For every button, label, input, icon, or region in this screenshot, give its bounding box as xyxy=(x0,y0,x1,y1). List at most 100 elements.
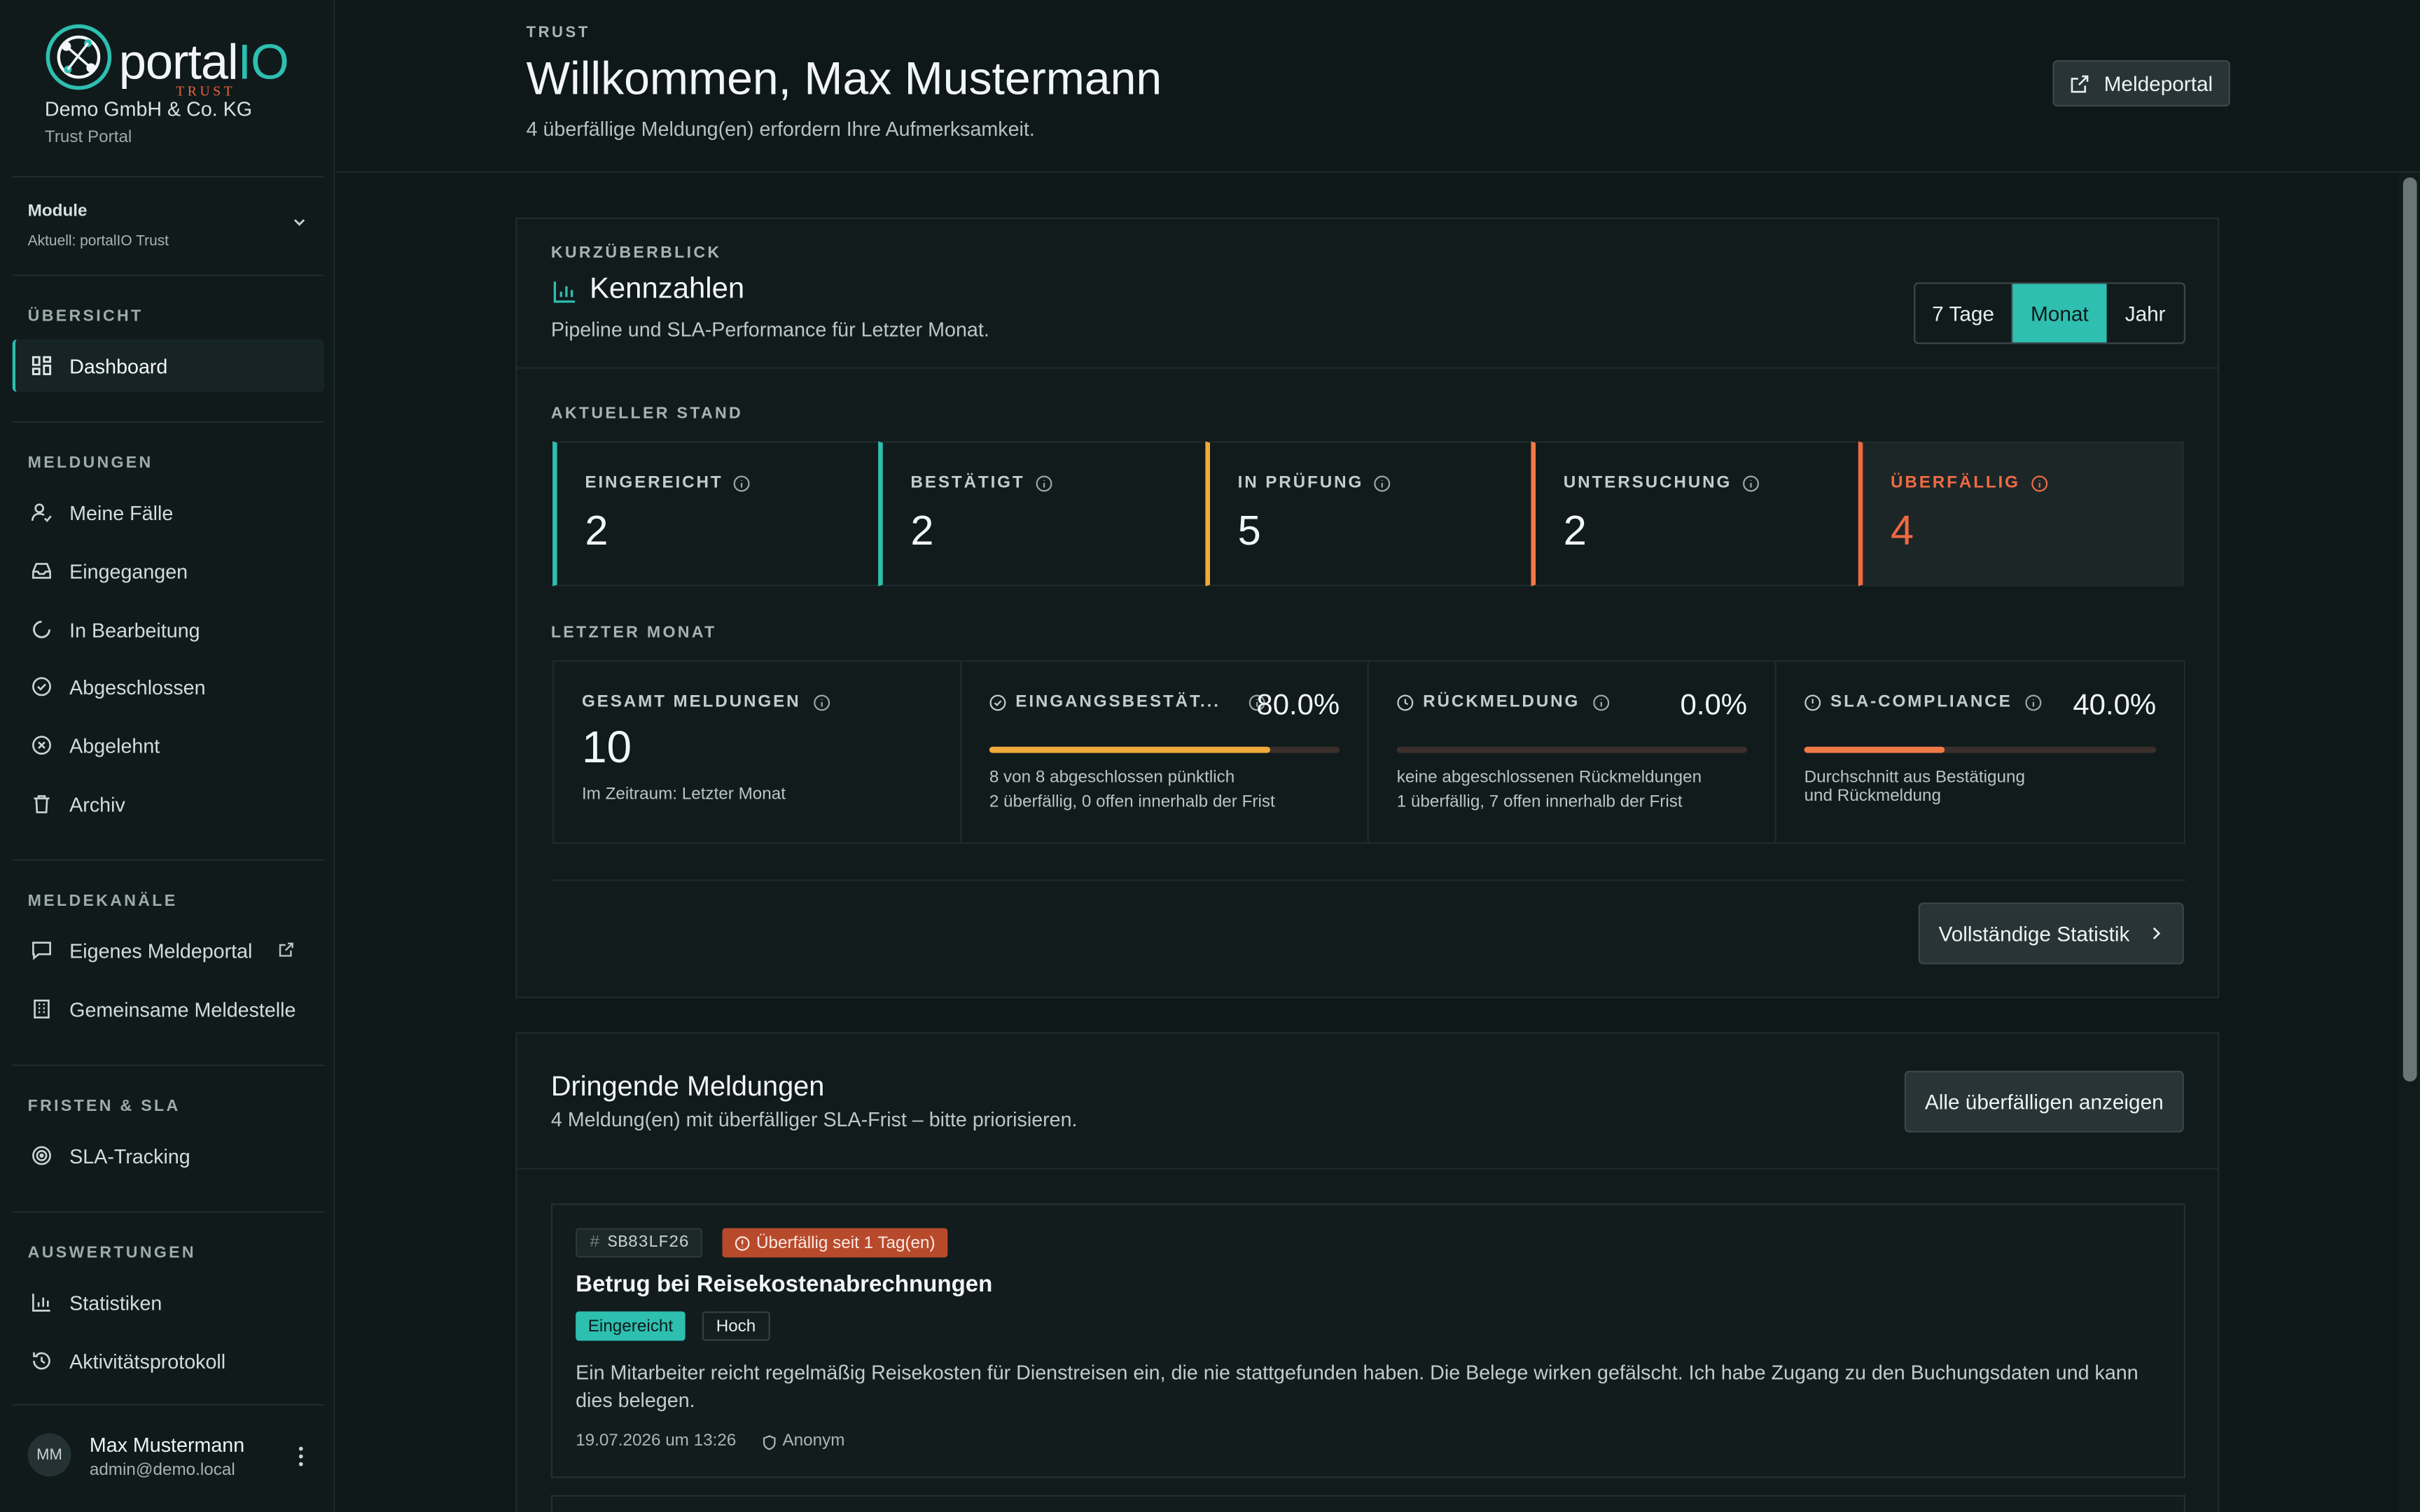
kpi-percentage: 40.0% xyxy=(2073,690,2157,722)
stat-confirmed[interactable]: BESTÄTIGT 2 xyxy=(878,441,1204,587)
info-icon[interactable] xyxy=(1592,694,1609,710)
dashboard-icon xyxy=(32,356,52,375)
sidebar-item-in-progress[interactable]: In Bearbeitung xyxy=(13,603,324,656)
kpi-card: KURZÜBERBLICK Kennzahlen Pipeline und SL… xyxy=(515,217,2220,999)
sidebar-item-activity-log[interactable]: Aktivitätsprotokoll xyxy=(13,1335,324,1387)
sidebar-item-label: Abgeschlossen xyxy=(69,675,206,699)
divider xyxy=(517,367,2218,369)
stat-value: 2 xyxy=(1563,507,1587,554)
kpi-sla-compliance: SLA-COMPLIANCE 40.0% Durchschnitt aus Be… xyxy=(1774,660,2185,844)
sidebar-item-inbox[interactable]: Eingegangen xyxy=(13,545,324,597)
info-icon[interactable] xyxy=(2031,475,2047,491)
sidebar: portalIO TRUST Demo GmbH & Co. KG Trust … xyxy=(0,0,335,1512)
module-switcher[interactable]: Module Aktuell: portalIO Trust xyxy=(28,202,314,255)
bar-chart-icon xyxy=(553,281,576,303)
brand-logo[interactable]: portalIO TRUST xyxy=(43,18,321,99)
show-all-overdue-button[interactable]: Alle überfälligen anzeigen xyxy=(1904,1070,2184,1133)
page-subtitle: 4 überfällige Meldung(en) erfordern Ihre… xyxy=(526,117,1035,141)
info-icon[interactable] xyxy=(2024,694,2041,710)
section-overview: ÜBERSICHT xyxy=(27,307,144,326)
sidebar-item-shared-office[interactable]: Gemeinsame Meldestelle xyxy=(13,983,324,1035)
sidebar-item-label: Gemeinsame Meldestelle xyxy=(69,997,296,1021)
stat-value: 5 xyxy=(1237,507,1261,554)
divider xyxy=(12,274,324,276)
sidebar-item-closed[interactable]: Abgeschlossen xyxy=(13,660,324,713)
sidebar-item-my-cases[interactable]: Meine Fälle xyxy=(13,486,324,538)
divider xyxy=(550,879,2185,881)
urgent-report-item[interactable] xyxy=(550,1494,2185,1512)
sidebar-item-sla-tracking[interactable]: SLA-Tracking xyxy=(13,1129,324,1182)
report-title: Betrug bei Reisekostenabrechnungen xyxy=(576,1271,993,1298)
progress-fill xyxy=(989,746,1270,753)
alert-circle-icon xyxy=(735,1236,750,1250)
sidebar-item-archive[interactable]: Archiv xyxy=(13,778,324,830)
more-vertical-icon[interactable] xyxy=(298,1446,304,1467)
kpi-detail-2: 1 überfällig, 7 offen innerhalb der Fris… xyxy=(1396,792,1683,812)
stat-label: ÜBERFÄLLIG xyxy=(1891,474,2048,492)
kpi-total-value: 10 xyxy=(581,723,632,774)
section-sla: FRISTEN & SLA xyxy=(27,1097,181,1116)
shield-icon xyxy=(763,1435,776,1450)
sidebar-item-statistics[interactable]: Statistiken xyxy=(13,1276,324,1329)
user-email: admin@demo.local xyxy=(89,1461,235,1480)
sidebar-item-own-portal[interactable]: Eigenes Meldeportal xyxy=(13,924,324,976)
stat-investigation[interactable]: UNTERSUCHUNG 2 xyxy=(1531,441,1857,587)
x-circle-icon xyxy=(32,736,51,755)
stat-value: 2 xyxy=(585,507,609,554)
full-statistics-button[interactable]: Vollständige Statistik xyxy=(1918,902,2184,965)
scrollbar-thumb[interactable] xyxy=(2402,177,2417,1082)
stat-submitted[interactable]: EINGEREICHT 2 xyxy=(552,441,879,587)
info-icon[interactable] xyxy=(1743,475,1760,491)
report-id-badge: # SB83LF26 xyxy=(576,1228,703,1258)
meldeportal-button[interactable]: Meldeportal xyxy=(2052,59,2230,107)
info-icon[interactable] xyxy=(734,475,751,491)
urgent-report-item[interactable]: # SB83LF26 Überfällig seit 1 Tag(en) Betr… xyxy=(550,1203,2185,1478)
clock-icon xyxy=(1397,694,1414,710)
kpi-label: SLA-COMPLIANCE xyxy=(1804,693,2042,711)
info-icon[interactable] xyxy=(813,694,830,710)
report-description: Ein Mitarbeiter reicht regelmäßig Reisek… xyxy=(576,1361,2139,1412)
check-circle-icon xyxy=(989,694,1006,710)
divider xyxy=(12,176,324,178)
kpi-label: RÜCKMELDUNG xyxy=(1397,693,1609,711)
priority-badge: Hoch xyxy=(702,1311,770,1341)
sidebar-item-label: Meine Fälle xyxy=(69,500,174,524)
urgent-reports-card: Dringende Meldungen 4 Meldung(en) mit üb… xyxy=(515,1032,2220,1512)
brand-subtitle: TRUST xyxy=(176,83,236,99)
kpi-percentage: 0.0% xyxy=(1680,690,1748,722)
module-title: Module xyxy=(27,202,88,221)
sidebar-item-dashboard[interactable]: Dashboard xyxy=(12,339,324,392)
sidebar-item-label: Abgelehnt xyxy=(69,734,160,757)
show-all-overdue-label: Alle überfälligen anzeigen xyxy=(1924,1090,2164,1114)
divider xyxy=(12,859,324,861)
sidebar-item-label: Dashboard xyxy=(69,354,168,377)
company-name: Demo GmbH & Co. KG xyxy=(44,97,253,120)
current-status-label: AKTUELLER STAND xyxy=(550,404,744,423)
module-current: Aktuell: portalIO Trust xyxy=(27,232,169,251)
period-year[interactable]: Jahr xyxy=(2107,284,2184,343)
sidebar-item-label: SLA-Tracking xyxy=(69,1144,190,1168)
sidebar-item-rejected[interactable]: Abgelehnt xyxy=(13,719,324,771)
period-month[interactable]: Monat xyxy=(2012,284,2107,343)
full-statistics-label: Vollständige Statistik xyxy=(1938,921,2130,946)
kpi-detail-2: und Rückmeldung xyxy=(1804,787,1942,806)
kpi-subtitle: Pipeline und SLA-Performance für Letzter… xyxy=(550,318,989,342)
stat-overdue[interactable]: ÜBERFÄLLIG 4 xyxy=(1858,441,2184,587)
info-icon[interactable] xyxy=(1036,475,1052,491)
kpi-label: GESAMT MELDUNGEN xyxy=(582,693,830,711)
kpi-eyebrow: KURZÜBERBLICK xyxy=(550,244,722,262)
user-profile[interactable]: MM Max Mustermann admin@demo.local xyxy=(27,1430,314,1485)
info-icon[interactable] xyxy=(1375,475,1391,491)
stat-label: BESTÄTIGT xyxy=(910,474,1052,492)
kpi-total-reports: GESAMT MELDUNGEN 10 Im Zeitraum: Letzter… xyxy=(552,660,962,844)
check-circle-icon xyxy=(32,677,51,696)
stat-label: UNTERSUCHUNG xyxy=(1564,474,1760,492)
progress-bar xyxy=(1804,746,2157,753)
stat-in-review[interactable]: IN PRÜFUNG 5 xyxy=(1205,441,1531,587)
portal-name: Trust Portal xyxy=(44,127,132,147)
kpi-total-note: Im Zeitraum: Letzter Monat xyxy=(581,785,786,804)
user-name: Max Mustermann xyxy=(89,1433,245,1457)
page-title: Willkommen, Max Mustermann xyxy=(526,54,1162,105)
urgent-title: Dringende Meldungen xyxy=(550,1070,825,1102)
period-7-days[interactable]: 7 Tage xyxy=(1915,284,2013,343)
